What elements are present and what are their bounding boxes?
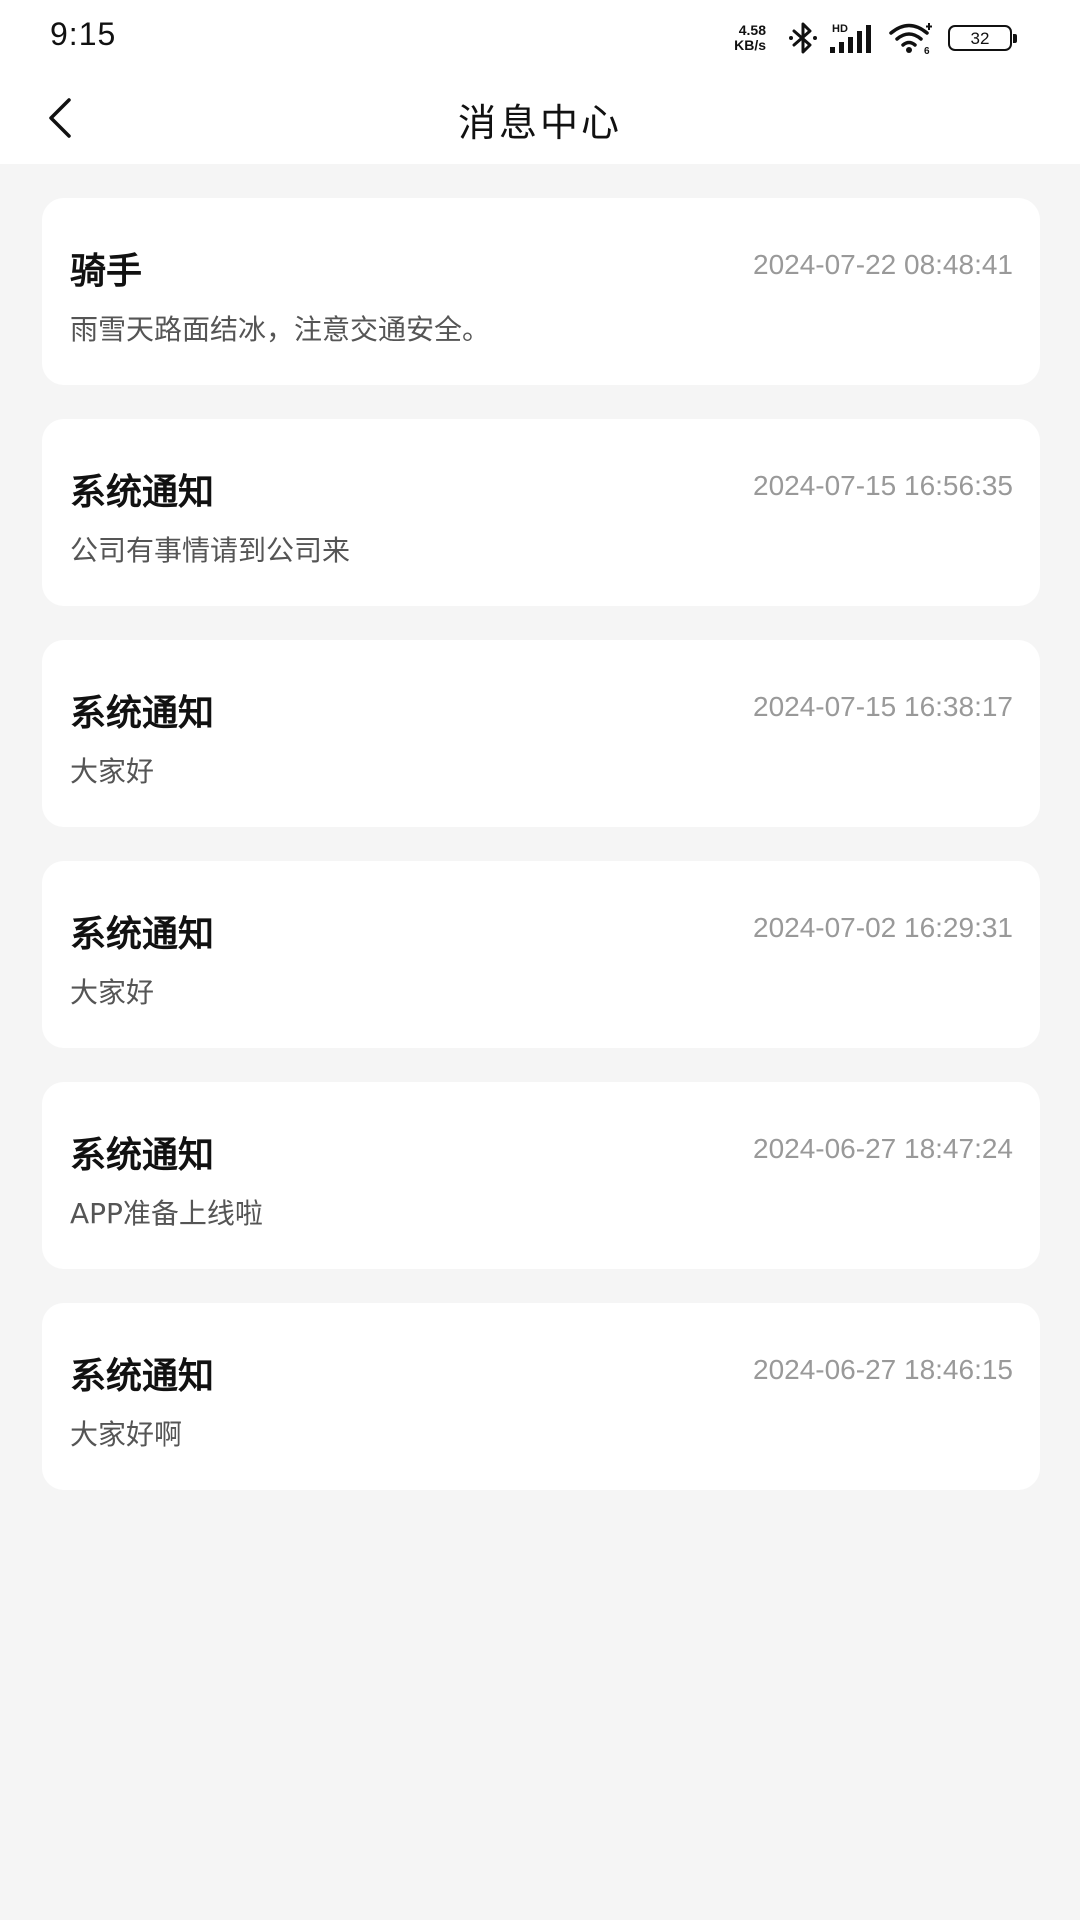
message-time: 2024-07-15 16:56:35 — [753, 470, 1013, 501]
network-speed-value: 4.58 — [738, 22, 766, 38]
bluetooth-icon — [789, 22, 817, 54]
message-time: 2024-07-02 16:29:31 — [753, 912, 1013, 943]
network-speed-unit: KB/s — [734, 37, 766, 53]
status-time: 9:15 — [50, 16, 117, 52]
nav-bar: 消息中心 — [0, 72, 1080, 164]
message-time: 2024-07-22 08:48:41 — [753, 249, 1013, 280]
message-time: 2024-07-15 16:38:17 — [753, 691, 1013, 722]
message-title: 骑手 — [70, 251, 143, 292]
wifi-icon: 6 — [889, 23, 932, 55]
status-bar: 9:15 4.58 KB/s HD 6 32 — [0, 0, 1080, 72]
signal-icon: HD — [830, 23, 871, 53]
network-speed: 4.58 KB/s — [734, 23, 766, 53]
message-title: 系统通知 — [70, 693, 215, 734]
page-title: 消息中心 — [457, 101, 622, 145]
message-card[interactable]: 系统通知 2024-06-27 18:47:24 APP准备上线啦 — [42, 1082, 1040, 1269]
status-icons: 4.58 KB/s HD 6 32 — [734, 18, 1017, 58]
message-title: 系统通知 — [70, 914, 215, 955]
message-content: 雨雪天路面结冰，注意交通安全。 — [70, 313, 491, 346]
message-content: APP准备上线啦 — [70, 1197, 263, 1230]
message-card[interactable]: 骑手 2024-07-22 08:48:41 雨雪天路面结冰，注意交通安全。 — [42, 198, 1040, 385]
message-time: 2024-06-27 18:46:15 — [753, 1354, 1013, 1385]
svg-text:6: 6 — [924, 46, 930, 55]
message-list: 骑手 2024-07-22 08:48:41 雨雪天路面结冰，注意交通安全。 系… — [42, 198, 1040, 1524]
message-content: 公司有事情请到公司来 — [70, 534, 351, 567]
message-title: 系统通知 — [70, 1135, 215, 1176]
battery-icon: 32 — [948, 25, 1017, 51]
message-card[interactable]: 系统通知 2024-07-15 16:38:17 大家好 — [42, 640, 1040, 827]
message-content: 大家好 — [70, 755, 155, 788]
signal-hd-label: HD — [832, 23, 848, 35]
message-card[interactable]: 系统通知 2024-07-02 16:29:31 大家好 — [42, 861, 1040, 1048]
battery-level: 32 — [970, 28, 990, 48]
message-content: 大家好 — [70, 976, 155, 1009]
message-title: 系统通知 — [70, 472, 215, 513]
message-card[interactable]: 系统通知 2024-07-15 16:56:35 公司有事情请到公司来 — [42, 419, 1040, 606]
message-title: 系统通知 — [70, 1356, 215, 1397]
message-content: 大家好啊 — [70, 1418, 183, 1451]
message-card[interactable]: 系统通知 2024-06-27 18:46:15 大家好啊 — [42, 1303, 1040, 1490]
message-time: 2024-06-27 18:47:24 — [753, 1133, 1013, 1164]
